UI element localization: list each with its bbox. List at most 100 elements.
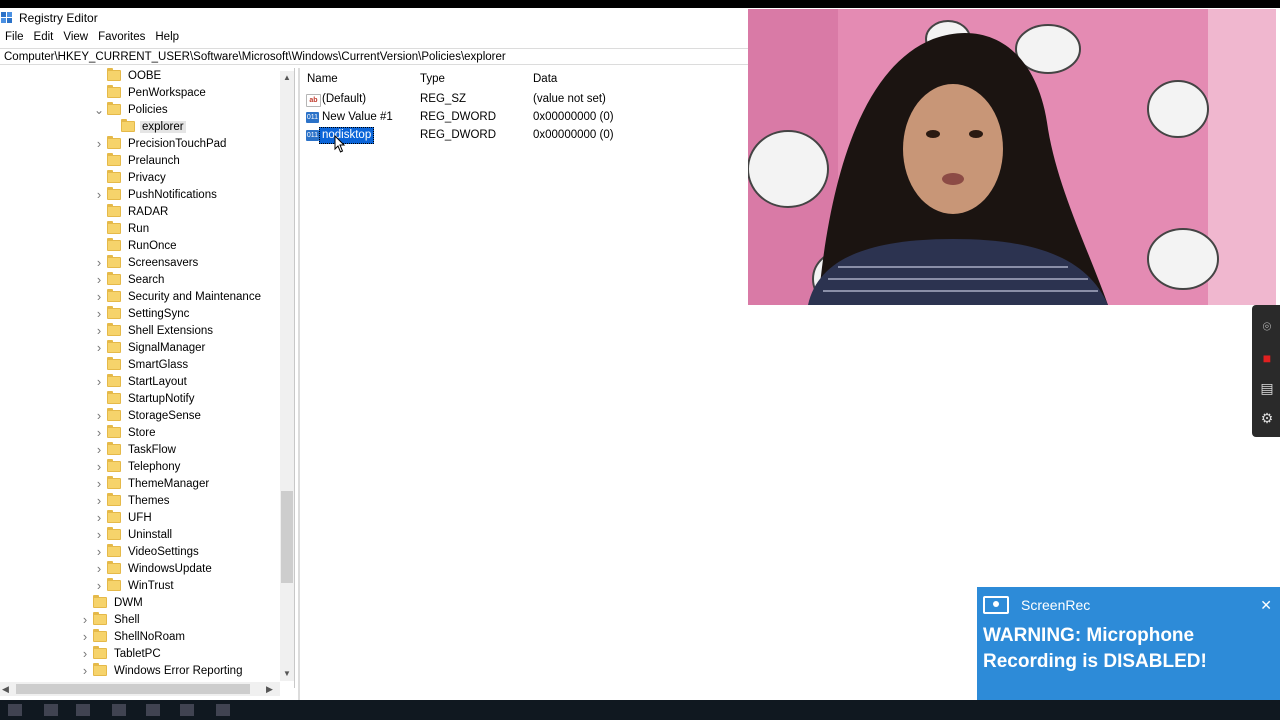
tree-item[interactable]: › Security and Maintenance — [94, 288, 263, 305]
chevron-right-icon[interactable]: › — [94, 322, 104, 339]
search-icon[interactable] — [44, 704, 58, 716]
tree-item[interactable]: ⌄ Policies — [94, 101, 170, 118]
pane-splitter[interactable] — [298, 68, 300, 700]
horizontal-scroll-thumb[interactable] — [16, 684, 250, 694]
chevron-right-icon[interactable]: › — [94, 475, 104, 492]
scroll-left-arrow-icon[interactable]: ◀ — [2, 682, 9, 696]
record-icon[interactable]: ■ — [1258, 349, 1276, 367]
tree-item[interactable]: › StartLayout — [94, 373, 189, 390]
tree-item[interactable]: › Screensavers — [94, 254, 200, 271]
tree-item[interactable]: › PushNotifications — [94, 186, 219, 203]
gear-icon[interactable]: ⚙ — [1258, 409, 1276, 427]
tree-item[interactable]: › Themes — [94, 492, 172, 509]
chevron-right-icon[interactable]: › — [94, 509, 104, 526]
tree-item[interactable]: › SignalManager — [94, 339, 207, 356]
tree-item[interactable]: › StorageSense — [94, 407, 203, 424]
folder-icon — [107, 476, 121, 489]
start-icon[interactable] — [8, 704, 22, 716]
tree-item[interactable]: › VideoSettings — [94, 543, 201, 560]
tree-vertical-scrollbar[interactable]: ▲ ▼ — [280, 71, 294, 681]
value-row[interactable]: 011 nodisktop REG_DWORD 0x00000000 (0) — [300, 127, 748, 144]
tree-item[interactable]: PenWorkspace — [94, 84, 208, 101]
tree-horizontal-scrollbar[interactable]: ◀ ▶ — [0, 682, 280, 696]
tree-item[interactable]: › TaskFlow — [94, 441, 178, 458]
menu-view[interactable]: View — [58, 31, 93, 43]
menu-help[interactable]: Help — [150, 31, 184, 43]
chevron-right-icon[interactable]: › — [94, 135, 104, 152]
tree-item[interactable]: explorer — [108, 118, 186, 135]
menu-favorites[interactable]: Favorites — [93, 31, 150, 43]
task-view-icon[interactable] — [76, 704, 90, 716]
menu-edit[interactable]: Edit — [29, 31, 59, 43]
value-row[interactable]: ab (Default) REG_SZ (value not set) — [300, 91, 748, 108]
tree-item[interactable]: Run — [94, 220, 151, 237]
chevron-right-icon[interactable]: › — [80, 645, 90, 662]
value-row[interactable]: 011 New Value #1 REG_DWORD 0x00000000 (0) — [300, 109, 748, 126]
tree-item[interactable]: › Shell Extensions — [94, 322, 215, 339]
tree-item[interactable]: › SettingSync — [94, 305, 191, 322]
menu-file[interactable]: File — [0, 31, 29, 43]
tree-item[interactable]: › Store — [94, 424, 158, 441]
file-explorer-icon[interactable] — [146, 704, 160, 716]
tree-item[interactable]: › WindowsUpdate — [94, 560, 214, 577]
chevron-right-icon[interactable]: › — [94, 254, 104, 271]
tree-item[interactable]: RunOnce — [94, 237, 179, 254]
chevron-right-icon[interactable]: › — [94, 492, 104, 509]
chevron-right-icon[interactable]: › — [94, 373, 104, 390]
scroll-up-arrow-icon[interactable]: ▲ — [280, 71, 294, 85]
tree-item[interactable]: RADAR — [94, 203, 170, 220]
tree-item[interactable]: › Telephony — [94, 458, 182, 475]
close-icon[interactable]: ✕ — [1260, 597, 1272, 614]
address-bar[interactable]: Computer\HKEY_CURRENT_USER\Software\Micr… — [0, 48, 748, 65]
taskbar-window-icon[interactable] — [216, 704, 230, 716]
chevron-right-icon[interactable]: › — [94, 424, 104, 441]
chevron-right-icon[interactable]: › — [80, 662, 90, 679]
tree-item[interactable]: StartupNotify — [94, 390, 196, 407]
chevron-right-icon[interactable]: › — [94, 305, 104, 322]
chevron-right-icon[interactable]: › — [94, 526, 104, 543]
tree-item[interactable]: › Search — [94, 271, 166, 288]
column-header-name[interactable]: Name — [307, 71, 338, 87]
chevron-right-icon[interactable]: › — [94, 543, 104, 560]
value-name-edit-field[interactable]: nodisktop — [319, 127, 375, 144]
chevron-right-icon[interactable]: › — [80, 628, 90, 645]
chevron-right-icon[interactable]: › — [94, 577, 104, 594]
tree-item[interactable]: › Uninstall — [94, 526, 174, 543]
chevron-right-icon[interactable]: › — [94, 560, 104, 577]
gallery-icon[interactable]: ▤ — [1258, 379, 1276, 397]
regedit-taskbar-icon[interactable] — [180, 704, 194, 716]
tree-item[interactable]: › TabletPC — [80, 645, 163, 662]
tree-item[interactable]: › ShellNoRoam — [80, 628, 187, 645]
tree-item[interactable]: › ThemeManager — [94, 475, 211, 492]
chevron-right-icon[interactable]: › — [94, 186, 104, 203]
tree-item[interactable]: › Windows Error Reporting — [80, 662, 244, 679]
tree-item[interactable]: SmartGlass — [94, 356, 190, 373]
tree-item[interactable]: Prelaunch — [94, 152, 182, 169]
address-path[interactable]: Computer\HKEY_CURRENT_USER\Software\Micr… — [4, 51, 506, 63]
tree-item[interactable]: OOBE — [94, 68, 163, 84]
scroll-thumb[interactable] — [281, 491, 293, 583]
tree-item[interactable]: › WinTrust — [94, 577, 176, 594]
scroll-right-arrow-icon[interactable]: ▶ — [266, 682, 273, 696]
taskbar-app-icon[interactable] — [112, 704, 126, 716]
chevron-right-icon[interactable]: › — [80, 611, 90, 628]
chevron-right-icon[interactable]: › — [94, 288, 104, 305]
chevron-right-icon[interactable]: › — [94, 407, 104, 424]
camera-icon[interactable]: ⌾ — [1258, 317, 1276, 335]
column-header-type[interactable]: Type — [420, 71, 445, 87]
chevron-right-icon[interactable]: › — [94, 441, 104, 458]
tree-item[interactable]: Privacy — [94, 169, 168, 186]
tree-item[interactable]: DWM — [80, 594, 145, 611]
tree-item[interactable]: › PrecisionTouchPad — [94, 135, 228, 152]
chevron-down-icon[interactable]: ⌄ — [94, 101, 104, 118]
tree-item[interactable]: › Shell — [80, 611, 142, 628]
registry-tree[interactable]: OOBE PenWorkspace ⌄ Policies explorer › Precis… — [0, 68, 295, 688]
scroll-down-arrow-icon[interactable]: ▼ — [280, 667, 294, 681]
folder-icon — [107, 272, 121, 285]
tree-item[interactable]: › UFH — [94, 509, 154, 526]
window-title: Registry Editor — [19, 10, 98, 25]
chevron-right-icon[interactable]: › — [94, 339, 104, 356]
chevron-right-icon[interactable]: › — [94, 271, 104, 288]
column-header-data[interactable]: Data — [533, 71, 557, 87]
chevron-right-icon[interactable]: › — [94, 458, 104, 475]
